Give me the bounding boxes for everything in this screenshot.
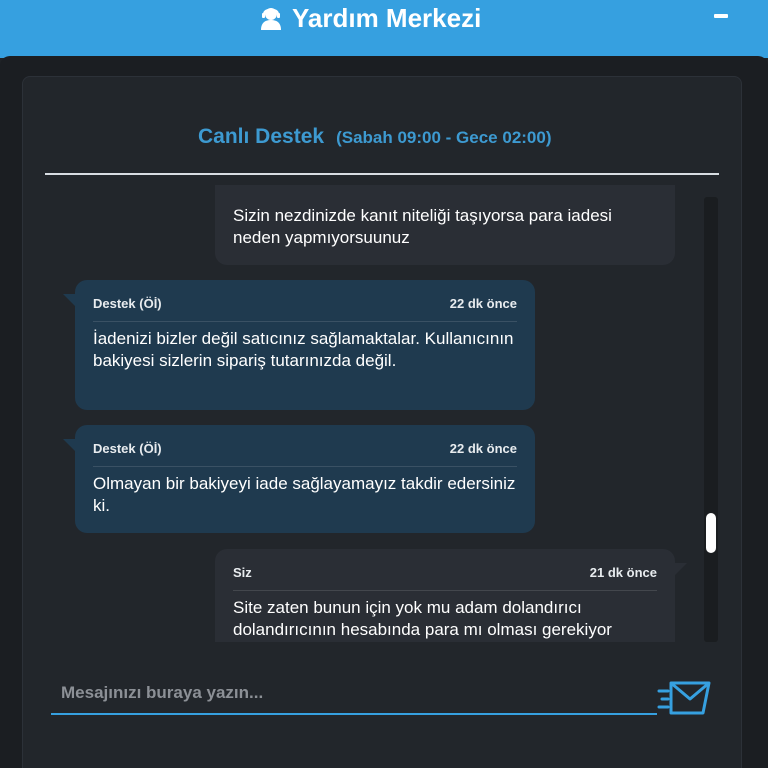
message-sender: Destek (Öİ)	[93, 296, 162, 311]
scrollbar-thumb[interactable]	[706, 513, 716, 553]
chat-message-user: Sizin nezdinizde kanıt niteliği taşıyors…	[215, 185, 675, 265]
message-text: Olmayan bir bakiyeyi iade sağlayamayız t…	[93, 474, 516, 515]
message-time: 21 dk önce	[589, 565, 657, 580]
heading-divider	[45, 173, 719, 175]
message-header: Destek (Öİ) 22 dk önce	[93, 296, 517, 322]
live-support-title: Canlı Destek	[198, 125, 325, 148]
send-button[interactable]	[657, 677, 711, 717]
chat-panel: Canlı Destek (Sabah 09:00 - Gece 02:00) …	[22, 76, 742, 768]
send-icon	[657, 681, 711, 715]
header-title: Yardım Merkezi	[292, 2, 482, 33]
support-hours: (Sabah 09:00 - Gece 02:00)	[336, 128, 552, 147]
bubble-tail	[673, 563, 687, 577]
support-agent-icon	[258, 5, 284, 31]
chat-message-agent: Destek (Öİ) 22 dk önce Olmayan bir bakiy…	[63, 425, 535, 533]
message-sender: Siz	[233, 565, 252, 580]
minimize-button[interactable]	[714, 14, 728, 18]
chat-message-user: Siz 21 dk önce Site zaten bunun için yok…	[215, 549, 687, 642]
message-header: Siz 21 dk önce	[233, 565, 657, 591]
bubble-tail	[63, 439, 77, 453]
live-support-heading: Canlı Destek (Sabah 09:00 - Gece 02:00)	[198, 125, 552, 149]
message-text: İadenizi bizler değil satıcınız sağlamak…	[93, 329, 514, 370]
message-input[interactable]	[61, 677, 651, 709]
header-title-group: Yardım Merkezi	[258, 2, 481, 34]
message-input-underline	[51, 713, 657, 715]
chat-window: Canlı Destek (Sabah 09:00 - Gece 02:00) …	[0, 56, 768, 768]
message-time: 22 dk önce	[449, 441, 517, 456]
messages-scrollbar[interactable]	[704, 197, 718, 642]
message-time: 22 dk önce	[449, 296, 517, 311]
bubble-tail	[63, 294, 77, 308]
message-header: Destek (Öİ) 22 dk önce	[93, 441, 517, 467]
message-sender: Destek (Öİ)	[93, 441, 162, 456]
help-center-header: Yardım Merkezi	[0, 0, 768, 58]
message-text: Sizin nezdinizde kanıt niteliği taşıyors…	[233, 206, 612, 247]
chat-message-agent: Destek (Öİ) 22 dk önce İadenizi bizler d…	[63, 280, 535, 410]
message-text: Site zaten bunun için yok mu adam doland…	[233, 598, 612, 639]
